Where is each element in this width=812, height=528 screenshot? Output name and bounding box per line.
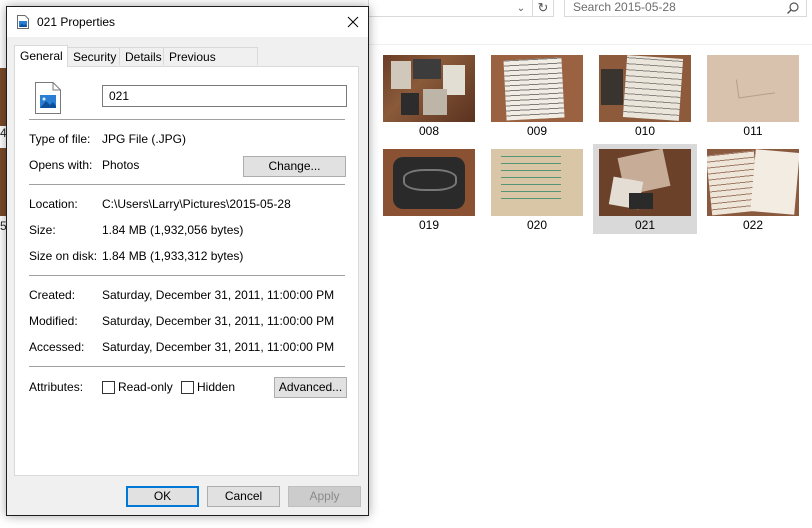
thumbnail-label: 022 (742, 218, 764, 232)
size-on-disk-label: Size on disk: (29, 249, 98, 263)
image-thumbnail (599, 55, 691, 122)
attributes-label: Attributes: (29, 380, 84, 394)
address-bar[interactable] (368, 0, 533, 17)
close-button[interactable] (338, 7, 368, 37)
size-on-disk-value: 1.84 MB (1,933,312 bytes) (102, 249, 244, 263)
location-label: Location: (29, 197, 78, 211)
created-value: Saturday, December 31, 2011, 11:00:00 PM (102, 288, 335, 302)
type-value: JPG File (.JPG) (102, 132, 187, 146)
tab-previous-versions[interactable]: Previous Versions (163, 47, 258, 82)
opens-with-label: Opens with: (29, 158, 93, 172)
thumbnail-label: 021 (634, 218, 656, 232)
thumbnail-label: 009 (526, 124, 548, 138)
thumbnail-label: 020 (526, 218, 548, 232)
thumbnail-item[interactable]: 010 (593, 50, 697, 140)
thumbnail-label: 010 (634, 124, 656, 138)
image-thumbnail (707, 55, 799, 122)
jpg-file-icon (35, 82, 61, 114)
close-icon (347, 16, 359, 28)
image-thumbnail (383, 55, 475, 122)
properties-dialog: 021 Properties General Security Details … (6, 6, 369, 516)
size-value: 1.84 MB (1,932,056 bytes) (102, 223, 244, 237)
image-thumbnail (383, 149, 475, 216)
size-label: Size: (29, 223, 56, 237)
image-file-icon (17, 15, 29, 29)
toolbar-divider (368, 44, 812, 45)
advanced-button[interactable]: Advanced... (274, 377, 347, 398)
search-placeholder: Search 2015-05-28 (573, 0, 676, 14)
cancel-button[interactable]: Cancel (207, 486, 280, 507)
created-label: Created: (29, 288, 76, 302)
type-label: Type of file: (29, 132, 91, 146)
thumbnail-item[interactable]: 011 (701, 50, 805, 140)
refresh-icon[interactable]: ↻ (532, 0, 554, 17)
separator (29, 119, 345, 120)
tab-general[interactable]: General (14, 45, 68, 67)
general-panel: Type of file: JPG File (.JPG) Opens with… (14, 66, 359, 476)
hidden-checkbox[interactable] (181, 381, 194, 394)
tab-details[interactable]: Details (119, 47, 164, 65)
thumbnail-label: 008 (418, 124, 440, 138)
image-thumbnail (491, 55, 583, 122)
image-thumbnail (491, 149, 583, 216)
apply-button[interactable]: Apply (288, 486, 361, 507)
modified-value: Saturday, December 31, 2011, 11:00:00 PM (102, 314, 335, 328)
search-icon (787, 2, 799, 14)
modified-label: Modified: (29, 314, 78, 328)
thumbnail-label: 011 (743, 124, 763, 138)
thumbnail-item[interactable]: 009 (485, 50, 589, 140)
chevron-down-icon[interactable]: ⌄ (512, 0, 530, 16)
accessed-label: Accessed: (29, 340, 85, 354)
read-only-label[interactable]: Read-only (118, 380, 173, 394)
read-only-checkbox[interactable] (102, 381, 115, 394)
tab-security[interactable]: Security (67, 47, 120, 65)
separator (29, 366, 345, 367)
location-value: C:\Users\Larry\Pictures\2015-05-28 (102, 197, 291, 211)
dialog-title: 021 Properties (37, 15, 116, 29)
image-thumbnail (707, 149, 799, 216)
thumbnail-item[interactable]: 022 (701, 144, 805, 234)
thumbnail-item-selected[interactable]: 021 (593, 144, 697, 234)
ok-button[interactable]: OK (126, 486, 199, 507)
change-button[interactable]: Change... (243, 156, 346, 177)
hidden-label[interactable]: Hidden (197, 380, 235, 394)
accessed-value: Saturday, December 31, 2011, 11:00:00 PM (102, 340, 335, 354)
search-input[interactable]: Search 2015-05-28 (564, 0, 807, 17)
separator (29, 184, 345, 185)
thumbnail-item[interactable]: 020 (485, 144, 589, 234)
thumbnail-item[interactable]: 019 (377, 144, 481, 234)
file-name-input[interactable] (102, 85, 347, 107)
opens-with-value: Photos (102, 158, 140, 172)
separator (29, 275, 345, 276)
thumbnail-item[interactable]: 008 (377, 50, 481, 140)
title-bar[interactable]: 021 Properties (7, 7, 368, 37)
image-thumbnail (599, 149, 691, 216)
thumbnail-label: 019 (418, 218, 440, 232)
